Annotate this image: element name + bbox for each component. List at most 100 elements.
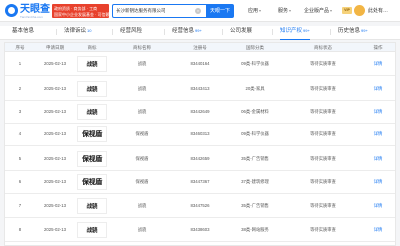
search-box: × [112,4,220,18]
avatar[interactable] [354,5,365,16]
detail-link[interactable]: 详情 [361,61,395,67]
detail-link[interactable]: 详情 [361,179,395,185]
cell-cls: 20类-家具 [245,86,265,91]
trademark-image[interactable]: 保视盾 [77,126,107,142]
table-row: 5 2025-02-13 保视盾 83442659 35类-广告销售 等待实质审查 详情 保视… [5,147,395,171]
trademark-text: 战骁 [86,228,98,234]
cell-status: 等待实质审查 [310,131,336,136]
col-class: 国际分类 [246,45,264,50]
trademark-text: 战骁 [86,204,98,210]
tab-label: 经营风险 [120,28,143,34]
trademark-image[interactable]: 保视盾 [77,174,107,190]
tab-legal[interactable]: 法律诉讼10 [64,26,91,40]
cell-no: 6 [18,179,22,184]
cell-date: 2025-02-13 [44,86,66,91]
cell-cls: 35类-广告销售 [241,203,269,208]
tab-label: 知识产权 [280,28,303,34]
trademark-image[interactable]: 战骁 [77,104,107,120]
cell-no: 7 [18,203,22,208]
detail-link[interactable]: 详情 [361,203,395,209]
tab-ip[interactable]: 知识产权99+ [280,26,310,40]
tab-basic-info[interactable]: 基本信息 [12,26,35,40]
tab-operations[interactable]: 经营信息99+ [172,26,202,40]
cell-status: 等待实质审查 [310,156,336,161]
detail-link[interactable]: 详情 [361,131,395,137]
cell-no: 1 [18,61,22,66]
chevron-down-icon: ▾ [330,8,333,13]
nav-services-label: 服务 [278,8,289,14]
tab-history[interactable]: 历史信息99+ [338,26,368,40]
cell-name: 战骁 [137,61,147,66]
divider [222,29,223,35]
vip-badge[interactable]: VIP [342,7,352,14]
cell-cls: 09类-科学仪器 [241,61,269,66]
divider [330,29,331,35]
table-header: 序号 申请日期 商标 商标名称 注册号 国际分类 商标状态 操作 [5,43,395,52]
cell-no: 4 [18,131,22,136]
nav-apps[interactable]: 应用▾ [248,6,261,16]
trademark-image[interactable]: 战骁 [77,222,107,238]
chevron-down-icon: ▾ [289,8,292,13]
cell-status: 等待实质审查 [310,109,336,114]
promo-banner[interactable]: 政府资质 · 商务部 · 工商 国家中小企业发展基金 · 可信赖 [52,4,110,18]
table-row: 4 2025-02-13 保视盾 83460313 09类-科学仪器 等待实质审查 详情 保视… [5,122,395,146]
nav-enterprise[interactable]: 企业版产品▾ [304,6,332,16]
cell-date: 2025-02-13 [44,179,66,184]
cell-date: 2025-02-13 [44,109,66,114]
clear-icon[interactable]: × [195,8,201,14]
detail-link[interactable]: 详情 [361,86,395,92]
tab-development[interactable]: 公司发展 [230,26,253,40]
top-bar: 天眼查 TianYanCha.com 政府资质 · 商务部 · 工商 国家中小企… [0,0,400,22]
cell-name: 保视盾 [135,131,149,136]
tab-label: 历史信息 [338,28,361,34]
cell-status: 等待实质审查 [310,61,336,66]
detail-link[interactable]: 详情 [361,156,395,162]
trademark-image[interactable]: 保视盾 [77,151,107,167]
search-input[interactable] [116,5,196,17]
cell-reg: 83447367 [190,179,210,184]
nav-services[interactable]: 服务▾ [278,6,291,16]
divider [272,29,273,35]
cell-reg: 83447526 [190,203,210,208]
cell-reg: 83442659 [190,156,210,161]
cell-no: 5 [18,156,22,161]
nav-enterprise-label: 企业版产品 [304,8,330,14]
tab-label: 经营信息 [172,28,195,34]
tab-risk[interactable]: 经营风险 [120,26,143,40]
cell-date: 2025-02-13 [44,203,66,208]
cell-cls: 38类-网站服务 [241,227,269,232]
table-row: 6 2025-02-13 保视盾 83447367 37类-建筑修理 等待实质审查 详情 保视… [5,170,395,194]
search-button[interactable]: 天眼一下 [206,4,234,18]
cell-no: 8 [18,227,22,232]
cell-name: 战骁 [137,203,147,208]
cell-cls: 35类-广告销售 [241,156,269,161]
cell-date: 2025-02-13 [44,227,66,232]
trademark-text: 战骁 [86,62,98,68]
divider [164,29,165,35]
cell-name: 保视盾 [135,179,149,184]
detail-link[interactable]: 详情 [361,109,395,115]
site-logo[interactable]: 天眼查 TianYanCha.com [5,3,50,19]
col-action: 操作 [373,45,383,50]
cell-cls: 37类-建筑修理 [241,179,269,184]
trademark-image[interactable]: 战骁 [77,198,107,214]
user-menu[interactable]: 此处有… [368,6,388,16]
trademark-text: 战骁 [86,110,98,116]
table-row: 3 2025-02-13 战骁 83442649 06类-金属材料 等待实质审查 详情 战骁 [5,100,395,124]
col-reg: 注册号 [193,45,207,50]
cell-status: 等待实质审查 [310,179,336,184]
tab-count: 99+ [195,28,202,33]
cell-name: 战骁 [137,86,147,91]
tab-label: 基本信息 [12,28,35,34]
trademark-image[interactable]: 战骁 [77,81,107,97]
trademark-image[interactable]: 战骁 [77,56,107,72]
tab-label: 公司发展 [230,28,253,34]
cell-no: 2 [18,86,22,91]
tab-count: 99+ [361,28,368,33]
detail-link[interactable]: 详情 [361,227,395,233]
col-date: 申请日期 [46,45,64,50]
promo-line-1: 政府资质 · 商务部 · 工商 [54,6,98,11]
cell-reg: 83443413 [190,86,210,91]
section-tabs: 基本信息 法律诉讼10 经营风险 经营信息99+ 公司发展 知识产权99+ 历史… [0,26,400,40]
divider [56,29,57,35]
